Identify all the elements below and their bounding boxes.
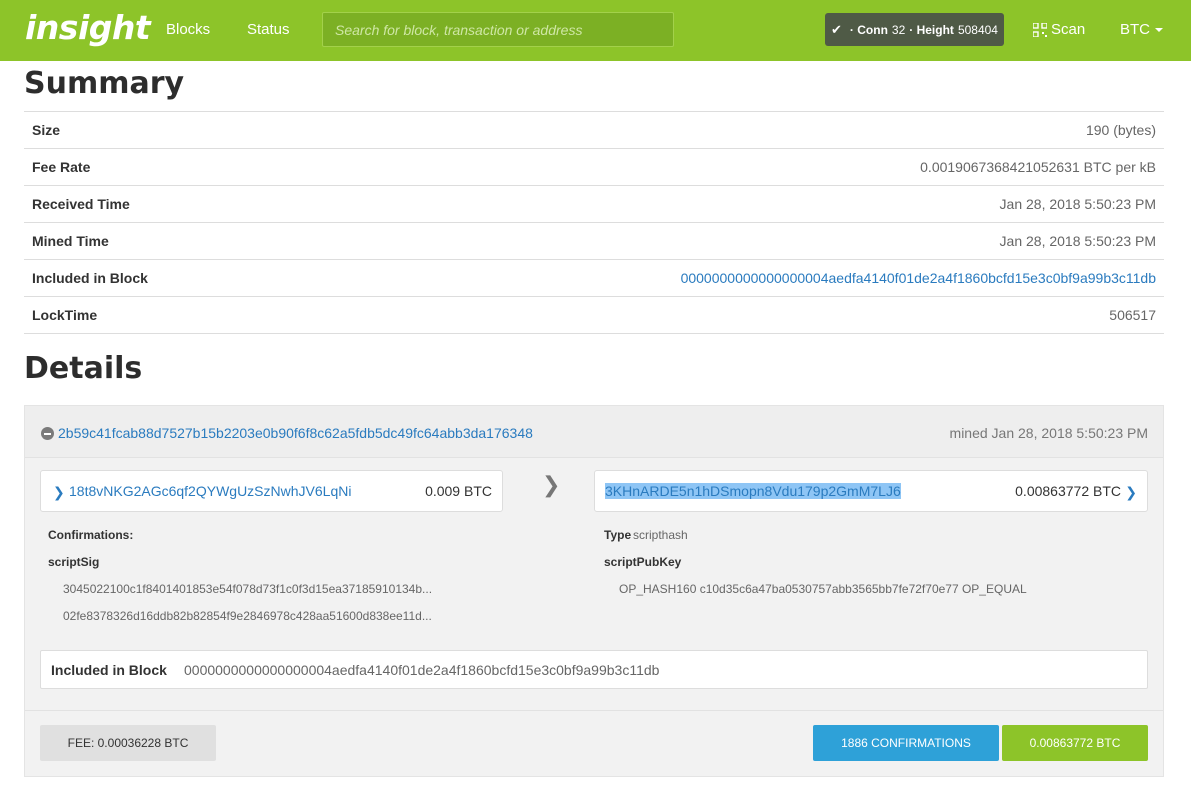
scriptpubkey-value: OP_HASH160 c10d35c6a47ba0530757abb3565bb… xyxy=(619,582,1027,596)
mined-time: mined Jan 28, 2018 5:50:23 PM xyxy=(949,425,1148,441)
check-icon: ✔ xyxy=(831,21,842,37)
summary-label: Received Time xyxy=(24,185,266,223)
scan-button[interactable]: Scan xyxy=(1033,21,1085,38)
top-navbar: insight Blocks Status ✔ · Conn 32 · Heig… xyxy=(0,0,1191,61)
included-label: Included in Block xyxy=(51,662,167,678)
panel-divider xyxy=(25,710,1163,711)
height-label: · Height xyxy=(909,22,954,37)
height-value: 508404 xyxy=(957,22,998,37)
scan-label: Scan xyxy=(1051,21,1086,38)
summary-label: Fee Rate xyxy=(24,148,266,186)
transaction-panel: 2b59c41fcab88d7527b15b2203e0b90f6f8c62a5… xyxy=(24,405,1164,777)
summary-value: 0.0019067368421052631 BTC per kB xyxy=(265,148,1164,186)
summary-label: Size xyxy=(24,111,266,149)
output-box: 3KHnARDE5n1hDSmopn8Vdu179p2GmM7LJ6 0.008… xyxy=(594,470,1148,512)
summary-label: Mined Time xyxy=(24,222,266,260)
arrow-right-icon: ❯ xyxy=(542,472,561,497)
confirmations-button[interactable]: 1886 CONFIRMATIONS xyxy=(813,725,999,761)
summary-value: 0000000000000000004aedfa4140f01de2a4f186… xyxy=(265,259,1164,297)
connection-status-badge[interactable]: ✔ · Conn 32 · Height 508404 xyxy=(825,13,1004,46)
summary-row: Size 190 (bytes) xyxy=(24,111,1164,149)
summary-label: LockTime xyxy=(24,296,266,334)
currency-dropdown[interactable]: BTC xyxy=(1120,21,1163,38)
fee-badge: FEE: 0.00036228 BTC xyxy=(40,725,216,761)
output-address-link[interactable]: 3KHnARDE5n1hDSmopn8Vdu179p2GmM7LJ6 xyxy=(605,483,901,499)
summary-row: Received Time Jan 28, 2018 5:50:23 PM xyxy=(24,185,1164,223)
caret-down-icon xyxy=(1155,28,1163,33)
input-amount: 0.009 BTC xyxy=(425,483,492,499)
type-label: Type xyxy=(604,528,632,542)
nav-status-link[interactable]: Status xyxy=(247,21,290,38)
conn-label: · Conn xyxy=(849,22,888,37)
summary-row: Included in Block 0000000000000000004aed… xyxy=(24,259,1164,297)
summary-value: 190 (bytes) xyxy=(265,111,1164,149)
search-input[interactable] xyxy=(322,12,674,47)
included-in-block-box: Included in Block 0000000000000000004aed… xyxy=(40,650,1148,689)
total-amount-button[interactable]: 0.00863772 BTC xyxy=(1002,725,1148,761)
input-box: ❯ 18t8vNKG2AGc6qf2QYWgUzSzNwhJV6LqNi 0.0… xyxy=(40,470,503,512)
qr-code-icon xyxy=(1033,22,1047,37)
type-value: scripthash xyxy=(633,528,688,542)
included-hash: 0000000000000000004aedfa4140f01de2a4f186… xyxy=(184,662,660,678)
collapse-icon[interactable] xyxy=(41,427,54,440)
summary-value: 506517 xyxy=(265,296,1164,334)
confirmations-label: Confirmations: xyxy=(48,528,134,542)
details-heading: Details xyxy=(24,351,143,386)
block-hash-link[interactable]: 0000000000000000004aedfa4140f01de2a4f186… xyxy=(681,270,1156,286)
scriptsig-line: 02fe8378326d16ddb82b82854f9e2846978c428a… xyxy=(63,609,432,623)
summary-value: Jan 28, 2018 5:50:23 PM xyxy=(265,222,1164,260)
nav-blocks-link[interactable]: Blocks xyxy=(166,21,210,38)
chevron-right-icon[interactable]: ❯ xyxy=(53,484,65,501)
transaction-header: 2b59c41fcab88d7527b15b2203e0b90f6f8c62a5… xyxy=(25,406,1163,458)
summary-row: LockTime 506517 xyxy=(24,296,1164,334)
scriptpubkey-label: scriptPubKey xyxy=(604,555,682,569)
scriptsig-line: 3045022100c1f8401401853e54f078d73f1c0f3d… xyxy=(63,582,433,596)
brand-logo[interactable]: insight xyxy=(25,8,151,47)
summary-value: Jan 28, 2018 5:50:23 PM xyxy=(265,185,1164,223)
input-address-link[interactable]: 18t8vNKG2AGc6qf2QYWgUzSzNwhJV6LqNi xyxy=(69,483,351,499)
summary-heading: Summary xyxy=(24,66,185,101)
summary-row: Mined Time Jan 28, 2018 5:50:23 PM xyxy=(24,222,1164,260)
scriptsig-label: scriptSig xyxy=(48,555,100,569)
summary-label: Included in Block xyxy=(24,259,266,297)
output-amount: 0.00863772 BTC xyxy=(1015,483,1121,499)
summary-row: Fee Rate 0.0019067368421052631 BTC per k… xyxy=(24,148,1164,186)
conn-value: 32 xyxy=(891,22,906,37)
summary-table: Size 190 (bytes) Fee Rate 0.001906736842… xyxy=(24,111,1164,334)
currency-label: BTC xyxy=(1120,21,1150,38)
chevron-right-icon[interactable]: ❯ xyxy=(1125,484,1137,501)
txid-link[interactable]: 2b59c41fcab88d7527b15b2203e0b90f6f8c62a5… xyxy=(58,425,533,441)
